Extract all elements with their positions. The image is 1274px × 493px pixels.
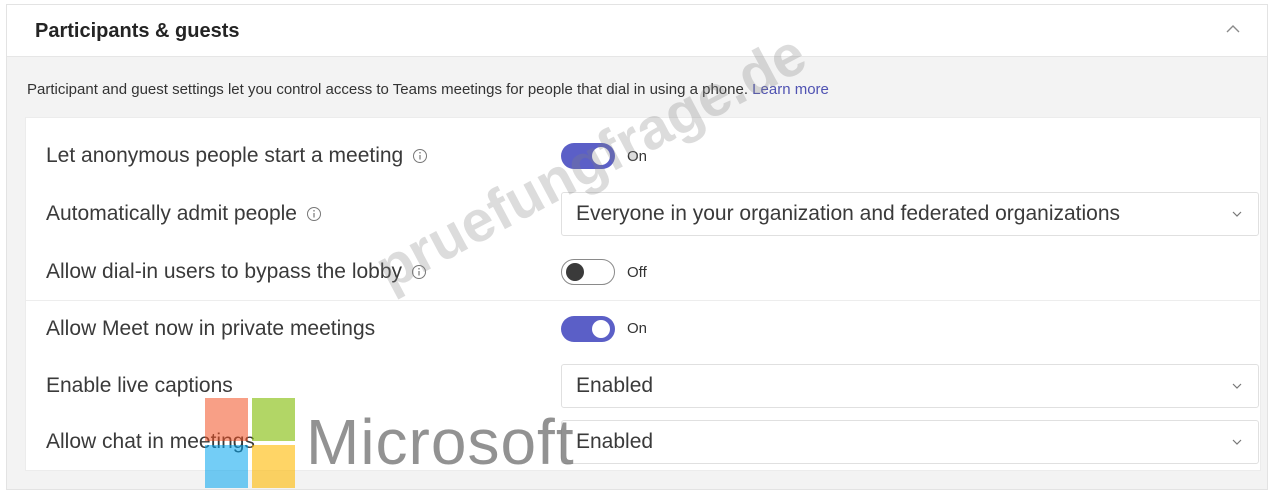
section-description: Participant and guest settings let you c… [27, 81, 829, 98]
meeting-chat-dropdown[interactable]: Enabled [561, 420, 1259, 464]
live-captions-dropdown[interactable]: Enabled [561, 364, 1259, 408]
meet-now-toggle[interactable]: On [561, 315, 648, 342]
setting-row-meeting-chat: Allow chat in meetings Enabled [26, 414, 1260, 470]
chevron-down-icon [1232, 383, 1242, 389]
toggle-switch[interactable] [561, 143, 615, 169]
settings-panel: Participants & guests Participant and gu… [6, 4, 1268, 490]
setting-label: Enable live captions [46, 374, 233, 397]
setting-label: Allow chat in meetings [46, 430, 255, 453]
setting-label: Allow dial-in users to bypass the lobby [46, 260, 427, 284]
toggle-state-text: On [627, 320, 648, 337]
description-text: Participant and guest settings let you c… [27, 81, 748, 98]
setting-label: Let anonymous people start a meeting [46, 144, 428, 168]
toggle-state-text: On [627, 147, 648, 165]
section-header[interactable]: Participants & guests [7, 5, 1267, 57]
auto-admit-dropdown[interactable]: Everyone in your organization and federa… [561, 192, 1259, 236]
setting-label: Allow Meet now in private meetings [46, 316, 376, 340]
section-title: Participants & guests [35, 20, 240, 42]
toggle-state-text: Off [627, 263, 647, 281]
setting-row-auto-admit: Automatically admit people Everyone in y… [26, 186, 1260, 242]
dropdown-value: Enabled [576, 374, 654, 397]
setting-row-live-captions: Enable live captions Enabled [26, 358, 1260, 414]
anonymous-start-toggle[interactable]: On [561, 143, 647, 169]
setting-row-anonymous-start: Let anonymous people start a meeting On [26, 128, 1260, 184]
toggle-switch[interactable] [561, 315, 615, 342]
dialin-bypass-toggle[interactable]: Off [561, 259, 647, 285]
toggle-switch[interactable] [561, 259, 615, 285]
learn-more-link[interactable]: Learn more [752, 81, 829, 98]
info-icon[interactable] [412, 148, 428, 164]
setting-row-meet-now: Allow Meet now in private meetings On [26, 300, 1260, 356]
setting-label: Automatically admit people [46, 202, 322, 226]
info-icon[interactable] [411, 264, 427, 280]
dropdown-value: Enabled [576, 430, 654, 453]
dropdown-value: Everyone in your organization and federa… [576, 202, 1121, 225]
chevron-down-icon [1232, 211, 1242, 217]
chevron-up-icon[interactable] [1221, 17, 1245, 41]
setting-row-dialin-bypass: Allow dial-in users to bypass the lobby … [26, 244, 1260, 300]
info-icon[interactable] [306, 206, 322, 222]
settings-card: Let anonymous people start a meeting On … [25, 117, 1261, 471]
chevron-down-icon [1232, 439, 1242, 445]
